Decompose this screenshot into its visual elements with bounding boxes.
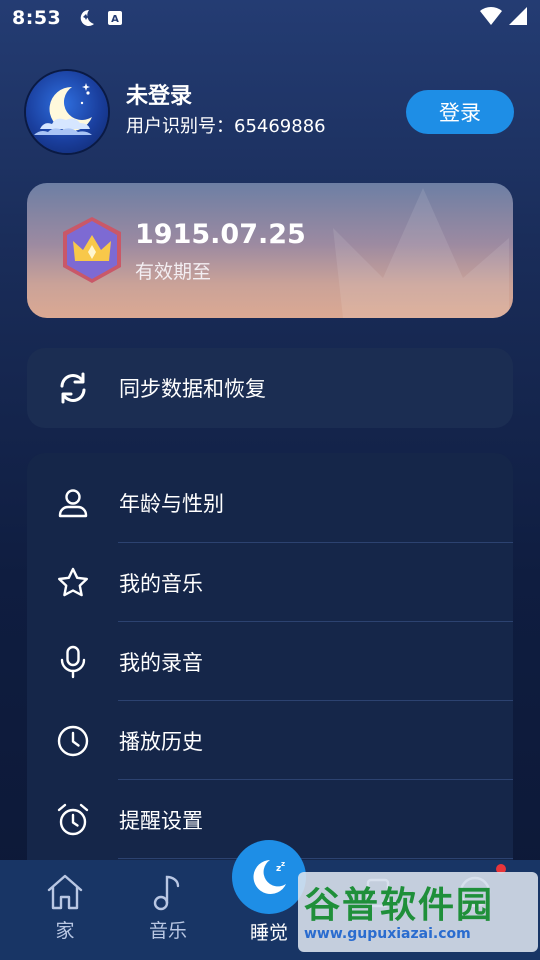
sync-icon (27, 371, 119, 405)
do-not-disturb-moon-icon (75, 7, 97, 29)
menu-item-label: 提醒设置 (119, 808, 203, 833)
tab-label: 家 (55, 920, 75, 942)
avatar[interactable] (26, 71, 108, 153)
menu-item-label: 我的录音 (119, 650, 203, 675)
user-id-label: 用户识别号：65469886 (126, 116, 326, 137)
moon-sleep-icon: z z (253, 860, 286, 894)
menu-item-label: 年龄与性别 (119, 491, 224, 516)
microphone-icon (27, 645, 119, 679)
tab-home[interactable]: 家 (15, 860, 115, 960)
tab-music[interactable]: 音乐 (118, 860, 218, 960)
site-watermark: 谷普软件园 www.gupuxiazai.com (298, 872, 538, 952)
menu-item-label: 播放历史 (119, 729, 203, 754)
music-note-icon (150, 872, 186, 912)
keyboard-a-icon: A (107, 10, 123, 26)
vip-membership-card[interactable]: 1915.07.25 有效期至 (27, 183, 513, 318)
menu-divider (118, 858, 513, 859)
status-bar: 8:53 A (0, 0, 540, 36)
username-label: 未登录 (126, 84, 193, 109)
watermark-url: www.gupuxiazai.com (304, 926, 471, 942)
tab-sleep-label: 睡觉 (249, 922, 288, 944)
person-icon (27, 487, 119, 519)
menu-item-my-music[interactable]: 我的音乐 (27, 543, 513, 622)
menu-item-label: 我的音乐 (119, 571, 203, 596)
status-time: 8:53 (12, 7, 62, 29)
svg-text:A: A (111, 14, 119, 25)
settings-menu: 年龄与性别 我的音乐 我的录音 播放历史 提醒设置 (27, 453, 513, 883)
sync-restore-row[interactable]: 同步数据和恢复 (27, 348, 513, 428)
alarm-icon (27, 802, 119, 838)
vip-expiry-date: 1915.07.25 (135, 219, 306, 250)
moon-cloud-avatar-icon (34, 83, 92, 135)
crown-watermark-icon (333, 188, 509, 318)
profile-header: 未登录 用户识别号：65469886 登录 (26, 70, 514, 154)
svg-text:z: z (281, 860, 285, 868)
login-button[interactable]: 登录 (406, 90, 514, 134)
tab-label: 音乐 (148, 920, 187, 942)
tab-sleep[interactable]: z z (232, 840, 306, 914)
clock-icon (27, 724, 119, 758)
menu-item-my-recordings[interactable]: 我的录音 (27, 622, 513, 701)
watermark-title: 谷普软件园 (304, 885, 495, 926)
menu-item-play-history[interactable]: 播放历史 (27, 701, 513, 780)
profile-info: 未登录 用户识别号：65469886 (126, 83, 326, 141)
star-icon (27, 566, 119, 600)
cellular-signal-icon (508, 6, 528, 30)
wifi-icon (480, 6, 502, 30)
vip-crown-badge-icon (63, 217, 121, 283)
vip-expiry-label: 有效期至 (135, 261, 212, 283)
sync-restore-label: 同步数据和恢复 (119, 377, 266, 401)
home-icon (45, 872, 85, 912)
menu-item-age-gender[interactable]: 年龄与性别 (27, 463, 513, 542)
